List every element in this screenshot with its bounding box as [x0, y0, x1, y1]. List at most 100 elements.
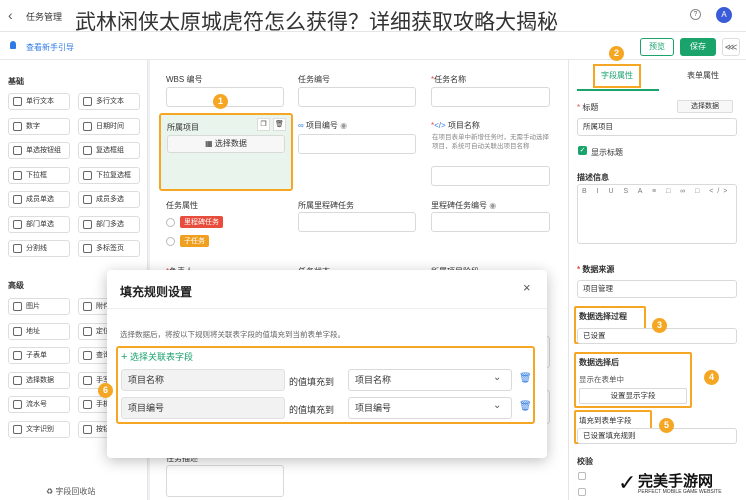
target-field-select[interactable]: 项目编号: [348, 397, 512, 419]
basic-component[interactable]: 部门多选: [78, 215, 140, 233]
basic-component[interactable]: 复选框组: [78, 142, 140, 159]
trash-icon[interactable]: 🗑: [519, 373, 532, 384]
radio-milestone[interactable]: [166, 218, 175, 227]
basic-component[interactable]: 多行文本: [78, 93, 140, 110]
advanced-component[interactable]: 地址: [8, 322, 70, 340]
basic-component[interactable]: 多标签页: [78, 240, 140, 257]
set-display-fields-button[interactable]: 设置显示字段: [579, 388, 687, 404]
component-icon: [83, 195, 92, 204]
radio-subtask[interactable]: [166, 237, 175, 246]
component-icon: [13, 121, 22, 131]
callout-5: 5: [659, 418, 674, 433]
component-label: 部门单选: [26, 220, 54, 228]
advanced-component[interactable]: 流水号: [8, 396, 70, 413]
basic-component[interactable]: 下拉框: [8, 166, 70, 184]
proj-name-input[interactable]: [431, 166, 550, 186]
basic-component[interactable]: 成员单选: [8, 191, 70, 208]
field-label-task-no: 任务编号: [298, 75, 330, 84]
desc-input[interactable]: [166, 465, 284, 497]
callout-1: 1: [213, 94, 228, 109]
verify-label: 校验: [577, 457, 593, 466]
basic-component[interactable]: 下拉复选框: [78, 166, 140, 184]
code-icon: </>: [434, 121, 446, 130]
source-field[interactable]: 项目名称: [121, 369, 285, 391]
component-icon: [83, 326, 92, 336]
component-label: 流水号: [26, 401, 47, 408]
advanced-component[interactable]: 选择数据: [8, 371, 70, 389]
tag-subtask: 子任务: [180, 235, 209, 247]
callout-3: 3: [652, 318, 667, 333]
component-label: 复选框组: [96, 147, 124, 154]
tab-underline: [577, 89, 659, 91]
advanced-component[interactable]: 子表单: [8, 347, 70, 364]
task-name-input[interactable]: [431, 87, 550, 107]
field-label-proj-no: ∞ 项目编号 ◉: [298, 120, 347, 131]
task-no-input[interactable]: [298, 87, 416, 107]
avatar[interactable]: A: [716, 7, 732, 23]
source-input[interactable]: 项目管理: [577, 280, 737, 298]
advanced-component[interactable]: 文字识别: [8, 420, 70, 438]
recycle-bin-link[interactable]: ♻ 字段回收站: [46, 486, 95, 497]
after-label: 数据选择后: [579, 358, 619, 367]
component-label: 分割线: [26, 245, 47, 252]
select-data-mini-button[interactable]: 选择数据: [677, 100, 733, 113]
fill-to-text: 的值填充到: [289, 377, 335, 387]
close-icon[interactable]: ×: [523, 280, 531, 295]
save-button[interactable]: 保存: [680, 38, 716, 56]
chevron-left-icon[interactable]: ‹: [8, 7, 13, 23]
rich-text-editor[interactable]: B I U S A ≡ □ ∞ □ </>: [577, 184, 737, 244]
basic-component[interactable]: 成员多选: [78, 191, 140, 208]
logo-icon: ✓: [618, 470, 637, 495]
after-box: 数据选择后 显示在表单中 设置显示字段: [574, 352, 692, 408]
component-icon: [83, 244, 92, 253]
callout-4: 4: [704, 370, 719, 385]
basic-component[interactable]: 单选按钮组: [8, 142, 70, 159]
copy-icon[interactable]: ❐: [257, 118, 270, 131]
belong-project-field[interactable]: 所属项目 ❐ 🗑 ▦ 选择数据: [159, 113, 293, 191]
source-field[interactable]: 项目编号: [121, 397, 285, 419]
add-field-link[interactable]: + 选择关联表字段: [121, 350, 193, 363]
guide-link[interactable]: 查看新手引导: [26, 42, 74, 53]
component-label: 选择数据: [26, 376, 54, 384]
show-title-checkbox[interactable]: ✓: [578, 146, 587, 155]
component-icon: [83, 121, 92, 131]
component-icon: [13, 302, 22, 311]
link-icon: ∞: [298, 121, 304, 130]
component-icon: [83, 351, 92, 360]
basic-component[interactable]: 日期时间: [78, 117, 140, 135]
fill-input[interactable]: 已设置填充规则: [577, 428, 737, 444]
question-icon[interactable]: ?: [690, 9, 701, 20]
field-label-milestone-no: 里程碑任务编号 ◉: [431, 200, 496, 211]
title-input[interactable]: 所属项目: [577, 118, 737, 136]
basic-component[interactable]: 分割线: [8, 240, 70, 257]
watermark: ✓ 完美手游网 PERFECT MOBILE GAME WEBSITE: [618, 470, 746, 500]
callout-6: 6: [98, 383, 113, 398]
basic-component[interactable]: 数字: [8, 117, 70, 135]
share-icon[interactable]: ⋘: [722, 38, 740, 56]
preview-button[interactable]: 预览: [640, 38, 674, 56]
basic-component[interactable]: 单行文本: [8, 93, 70, 110]
target-field-select[interactable]: 项目名称: [348, 369, 512, 391]
milestone-no-input[interactable]: [431, 212, 550, 232]
property-panel: 字段属性 表单属性 2 * 标题 选择数据 所属项目 ✓ 显示标题 描述信息 B…: [568, 46, 746, 500]
tab-form-props[interactable]: 表单属性: [687, 70, 719, 81]
verify-checkbox-2[interactable]: [578, 488, 586, 496]
page-title: 任务管理: [26, 12, 63, 22]
tag-milestone: 里程碑任务: [180, 216, 223, 228]
advanced-component[interactable]: 图片: [8, 298, 70, 315]
tab-field-props[interactable]: 字段属性: [593, 64, 641, 88]
dialog-desc: 选择数据后，将按以下规则将关联表字段的值填充到当前表单字段。: [120, 330, 345, 339]
milestone-input[interactable]: [298, 212, 416, 232]
verify-checkbox-1[interactable]: [578, 472, 586, 480]
dialog-divider: [107, 308, 547, 309]
field-label-belong: 所属项目: [167, 123, 199, 132]
component-label: 地址: [26, 327, 40, 335]
select-data-label: 选择数据: [214, 139, 247, 148]
trash-icon[interactable]: 🗑: [519, 401, 532, 412]
select-data-button[interactable]: ▦ 选择数据: [167, 135, 285, 153]
delete-icon[interactable]: 🗑: [273, 118, 286, 131]
chevron-down-icon: ⌄: [493, 372, 502, 383]
chevron-down-icon: ⌄: [493, 400, 502, 411]
basic-component[interactable]: 部门单选: [8, 215, 70, 233]
proj-no-input[interactable]: [298, 134, 416, 154]
